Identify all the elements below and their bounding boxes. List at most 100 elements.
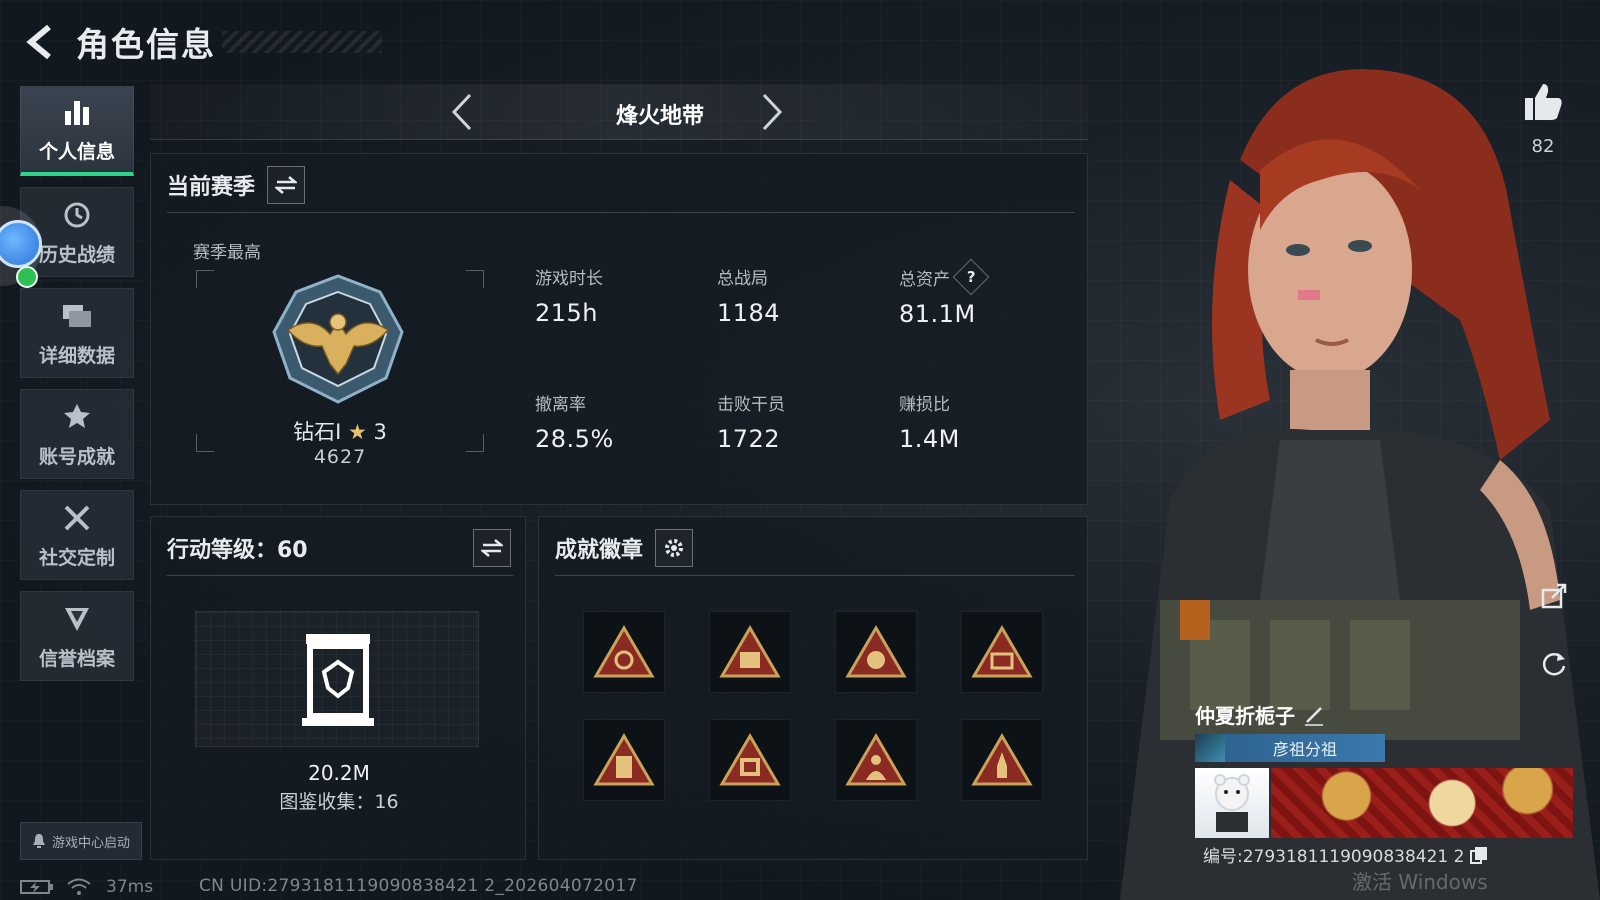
- season-panel-title: 当前赛季: [167, 175, 256, 200]
- avatar[interactable]: [1195, 768, 1269, 838]
- stat-label: 总资产: [899, 269, 950, 290]
- badge-settings-button[interactable]: [655, 529, 694, 567]
- sidebar-item-label: 详细数据: [38, 344, 115, 367]
- shield-chevron-icon: [60, 602, 94, 636]
- sidebar-item-label: 个人信息: [38, 141, 115, 163]
- level-showcase[interactable]: [195, 611, 479, 747]
- like-widget: 82: [1510, 80, 1576, 157]
- season-panel: 当前赛季 赛季最高 钻石I ★ 3 4627 游戏时长 215h 总战局 118…: [150, 153, 1088, 505]
- frame-corner: [196, 270, 214, 288]
- rank-frame: 钻石I ★ 3 4627: [196, 270, 484, 468]
- badge-s4[interactable]: [709, 611, 791, 693]
- game-center-launch-button[interactable]: 游戏中心启动: [20, 822, 142, 860]
- stat-profit-loss: 赚损比 1.4M: [899, 390, 960, 453]
- sidebar-item-achievements[interactable]: 账号成就: [20, 389, 134, 479]
- level-switch-button[interactable]: [473, 529, 511, 567]
- thumbs-up-icon[interactable]: [1521, 80, 1565, 124]
- player-name-row: 仲夏折栀子: [1195, 700, 1325, 729]
- collection-count: 图鉴收集：16: [279, 791, 399, 813]
- swap-arrows-icon: [481, 539, 503, 557]
- pencil-edit-icon[interactable]: [1303, 704, 1325, 726]
- stat-value: 1722: [717, 425, 781, 453]
- badge-panel-title: 成就徽章: [555, 538, 644, 563]
- refresh-icon: [1542, 653, 1566, 676]
- copy-icon[interactable]: [1470, 846, 1488, 864]
- sidebar-item-label: 账号成就: [38, 445, 115, 468]
- share-button[interactable]: [1534, 576, 1574, 616]
- stat-play-time: 游戏时长 215h: [535, 264, 603, 327]
- back-arrow-icon: [26, 24, 51, 60]
- badge-s8[interactable]: [709, 719, 791, 801]
- badge-figure-icon: [845, 733, 907, 786]
- stat-value: 1184: [717, 299, 781, 327]
- rank-star-icon: ★: [348, 420, 367, 444]
- back-button[interactable]: [18, 20, 62, 64]
- sidebar-item-label: 信誉档案: [38, 647, 115, 670]
- mode-prev-button[interactable]: [440, 90, 484, 134]
- badge-s8-icon: [719, 733, 781, 786]
- mode-next-button[interactable]: [750, 90, 794, 134]
- wifi-icon: [67, 878, 91, 895]
- divider: [555, 575, 1075, 576]
- page-header: 角色信息: [18, 18, 398, 66]
- help-glyph: ?: [966, 267, 976, 286]
- player-card: 仲夏折栀子 彦祖分祖 编号:2793181119090838421 2: [1195, 700, 1575, 868]
- clan-avatar: [1195, 734, 1225, 762]
- rank-medal-icon[interactable]: [268, 274, 408, 406]
- player-name: 仲夏折栀子: [1195, 704, 1295, 728]
- rank-name: 钻石I ★ 3: [196, 416, 484, 446]
- polar-bear-avatar-icon: [1214, 774, 1250, 832]
- stat-value: 81.1M: [899, 300, 976, 328]
- stat-operators-defeated: 击败干员 1722: [717, 390, 785, 453]
- rank-points: 4627: [313, 446, 367, 468]
- wifi-status-icon: [16, 266, 38, 288]
- stat-label: 总战局: [717, 269, 768, 289]
- page-title: 角色信息: [76, 25, 216, 64]
- gear-icon: [665, 539, 684, 557]
- stat-label-row: 总资产 ?: [899, 258, 990, 296]
- clan-tag[interactable]: 彦祖分祖: [1195, 734, 1385, 762]
- bell-icon: [32, 834, 45, 848]
- season-switch-button[interactable]: [267, 166, 306, 204]
- mode-selector: 烽火地带: [150, 84, 1088, 140]
- sidebar-item-credit-profile[interactable]: 信誉档案: [20, 591, 134, 681]
- sidebar: 个人信息 历史战绩 详细数据 账号成就 社交定制 信誉档案: [20, 86, 134, 692]
- badge-emblem-icon: [593, 625, 655, 678]
- badge-s7[interactable]: [583, 719, 665, 801]
- player-banner[interactable]: [1271, 768, 1573, 838]
- rank-title: 钻石I: [293, 420, 342, 444]
- sidebar-item-social-custom[interactable]: 社交定制: [20, 490, 134, 580]
- season-best-label: 赛季最高: [193, 243, 261, 263]
- divider: [167, 212, 1075, 213]
- stat-total-matches: 总战局 1184: [717, 264, 780, 327]
- achievement-badges-panel: 成就徽章: [538, 516, 1088, 860]
- uid-text: CN UID:2793181119090838421 2_20260407201…: [199, 876, 638, 896]
- ping-value: 37ms: [106, 877, 154, 897]
- stat-label: 游戏时长: [535, 269, 603, 289]
- badge-panel-header: 成就徽章: [555, 529, 694, 567]
- action-level-panel: 行动等级：60 20.2M 图鉴收集：16: [150, 516, 526, 860]
- help-icon[interactable]: ?: [952, 258, 990, 296]
- badge-rocket-icon: [971, 733, 1033, 786]
- sidebar-item-detailed-data[interactable]: 详细数据: [20, 288, 134, 378]
- os-watermark: 激活 Windows: [1352, 870, 1488, 894]
- stat-value: 215h: [535, 299, 599, 327]
- chevron-right-icon: [762, 93, 783, 131]
- stat-label: 撤离率: [535, 395, 586, 415]
- game-center-launch-label: 游戏中心启动: [51, 835, 130, 851]
- stat-value: 1.4M: [899, 425, 960, 453]
- badge-rocket[interactable]: [961, 719, 1043, 801]
- badge-emblem[interactable]: [583, 611, 665, 693]
- badge-figure[interactable]: [835, 719, 917, 801]
- badge-s5-icon: [845, 625, 907, 678]
- badge-s5[interactable]: [835, 611, 917, 693]
- stat-label: 击败干员: [717, 395, 785, 415]
- rotate-button[interactable]: [1534, 644, 1574, 684]
- sidebar-item-personal-info[interactable]: 个人信息: [20, 86, 134, 176]
- rank-star-count: 3: [373, 420, 387, 444]
- sidebar-item-label: 历史战绩: [38, 243, 115, 266]
- share-icon: [1541, 583, 1567, 609]
- frame-corner: [466, 270, 484, 288]
- badge-s6[interactable]: [961, 611, 1043, 693]
- stat-extract-rate: 撤离率 28.5%: [535, 390, 614, 453]
